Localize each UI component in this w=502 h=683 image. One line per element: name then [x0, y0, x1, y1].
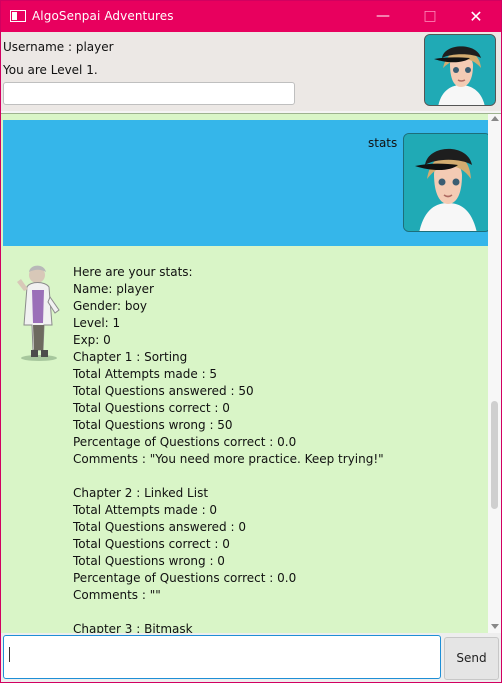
close-button[interactable]: ✕: [453, 1, 499, 32]
bot-line: Name: player: [73, 282, 154, 296]
bot-line: [73, 604, 483, 621]
scroll-up-icon[interactable]: [491, 116, 499, 121]
player-header: Username : player You are Level 1.: [1, 32, 501, 111]
bot-line: Comments : "You need more practice. Keep…: [73, 452, 384, 466]
scroll-down-icon[interactable]: [491, 624, 499, 629]
player-avatar-icon: [424, 34, 496, 106]
username-label: Username : player: [3, 40, 114, 54]
bot-line: Gender: boy: [73, 299, 147, 313]
level-label: You are Level 1.: [3, 63, 98, 77]
bot-line: Chapter 1 : Sorting: [73, 350, 188, 364]
level-progress-bar: [3, 82, 295, 105]
message-composer: Send: [1, 633, 501, 682]
window-title: AlgoSenpai Adventures: [32, 9, 174, 23]
user-message-row: stats: [3, 120, 491, 246]
text-caret: [9, 647, 10, 662]
user-message-text: stats: [368, 136, 398, 150]
chat-panel[interactable]: stats Here are your stats: Name: player …: [1, 113, 501, 634]
bot-line: Comments : "": [73, 588, 161, 602]
bot-line: Total Questions answered : 50: [73, 384, 254, 398]
player-avatar-art: [404, 134, 490, 231]
bot-stats-message: Here are your stats: Name: player Gender…: [73, 264, 483, 634]
bot-line: [73, 468, 483, 485]
bot-line: Total Questions wrong : 50: [73, 418, 233, 432]
bot-line: Total Questions correct : 0: [73, 537, 230, 551]
bot-line: Total Attempts made : 5: [73, 367, 218, 381]
professor-avatar-icon: [13, 259, 65, 364]
minimize-button[interactable]: —: [360, 1, 406, 32]
chat-scrollbar[interactable]: [488, 114, 501, 634]
scroll-thumb[interactable]: [491, 401, 498, 509]
player-avatar-art: [425, 35, 495, 105]
app-window-icon: [10, 10, 26, 22]
bot-line: Total Questions correct : 0: [73, 401, 230, 415]
professor-sprite-art: [17, 265, 60, 361]
bot-line: Total Questions answered : 0: [73, 520, 246, 534]
bot-line: Percentage of Questions correct : 0.0: [73, 571, 297, 585]
message-input[interactable]: [3, 635, 441, 679]
maximize-button[interactable]: □: [407, 1, 453, 32]
bot-line: Percentage of Questions correct : 0.0: [73, 435, 297, 449]
bot-line: Here are your stats:: [73, 265, 193, 279]
bot-line: Chapter 2 : Linked List: [73, 486, 209, 500]
player-avatar-icon: [403, 133, 491, 232]
app-window: AlgoSenpai Adventures — □ ✕ Username : p…: [0, 0, 502, 683]
title-bar: AlgoSenpai Adventures — □ ✕: [1, 1, 501, 32]
bot-line: Total Questions wrong : 0: [73, 554, 225, 568]
bot-line: Level: 1: [73, 316, 121, 330]
send-button[interactable]: Send: [444, 637, 499, 680]
bot-line: Total Attempts made : 0: [73, 503, 218, 517]
bot-line: Exp: 0: [73, 333, 111, 347]
